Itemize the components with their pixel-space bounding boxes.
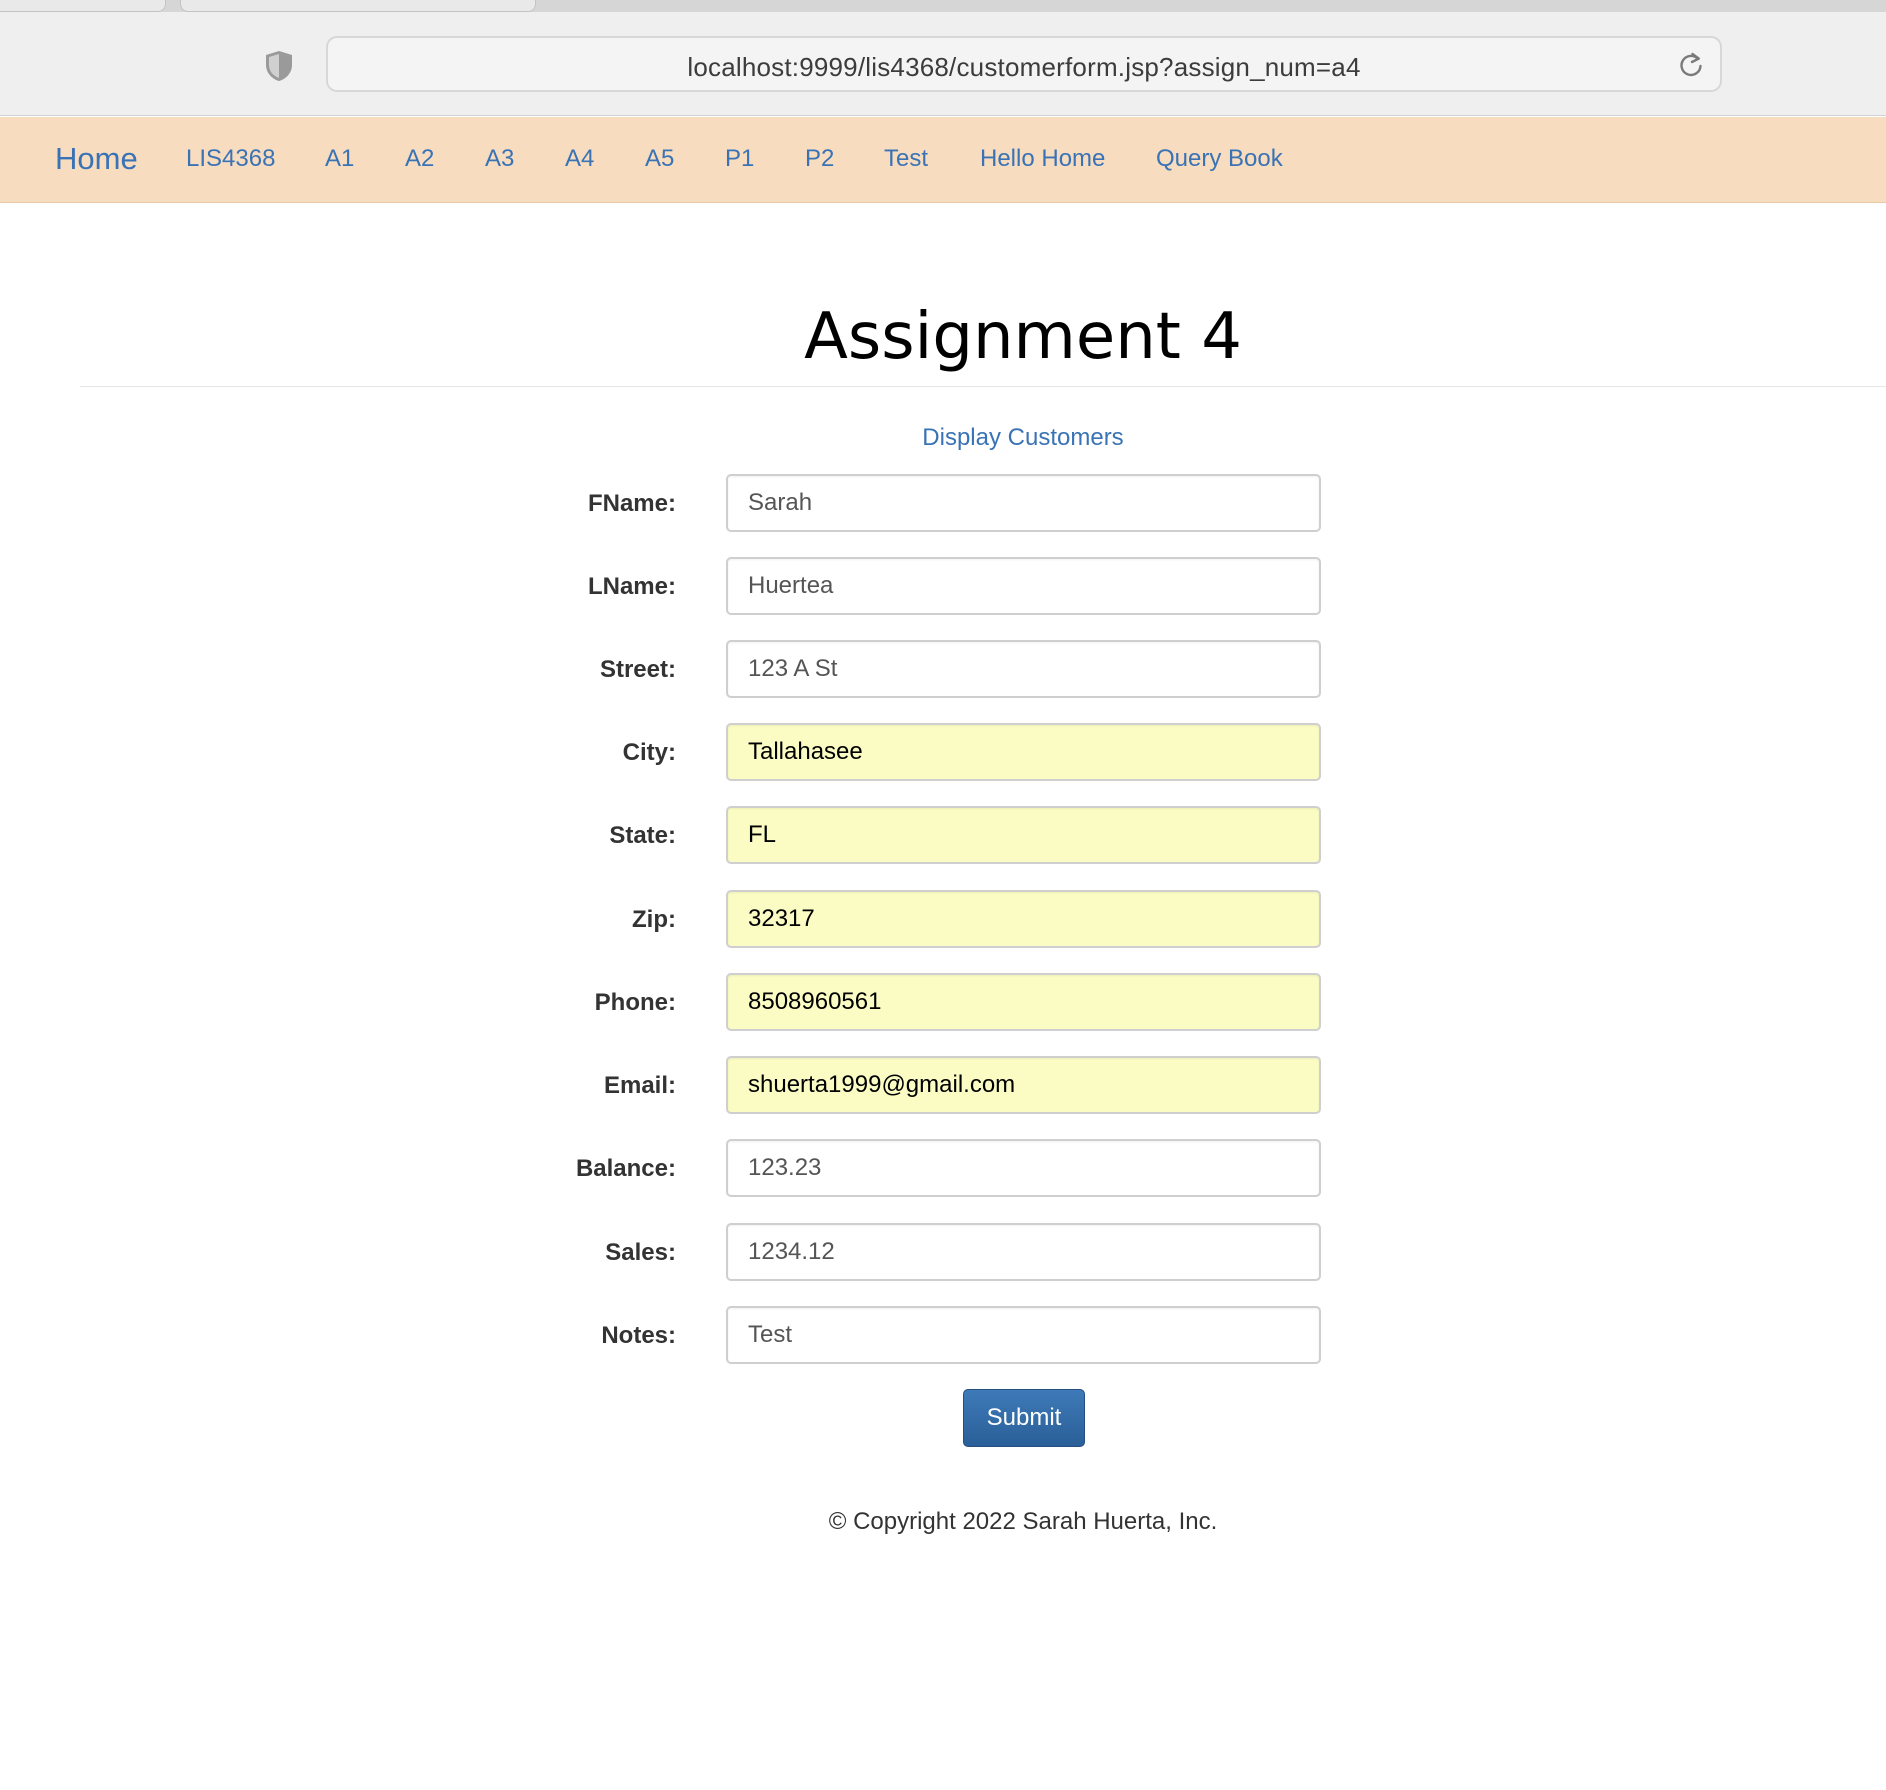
submit-button[interactable]: Submit — [963, 1389, 1085, 1447]
tab-strip — [0, 0, 1886, 12]
nav-item-a1[interactable]: A1 — [325, 145, 354, 173]
browser-tab-active[interactable] — [180, 0, 536, 12]
form-row-email: Email: — [0, 1056, 1886, 1114]
city-label: City: — [622, 739, 676, 766]
footer-copyright: © Copyright 2022 Sarah Huerta, Inc. — [828, 1508, 1218, 1535]
email-input[interactable] — [726, 1056, 1321, 1114]
state-input[interactable] — [726, 806, 1321, 864]
sales-label: Sales: — [605, 1239, 676, 1266]
form-row-sales: Sales: — [0, 1223, 1886, 1281]
sales-input[interactable] — [726, 1223, 1321, 1281]
shield-icon[interactable] — [263, 49, 295, 83]
nav-brand-home[interactable]: Home — [55, 141, 138, 177]
balance-input[interactable] — [726, 1139, 1321, 1197]
page-title: Assignment 4 — [804, 300, 1242, 374]
browser-toolbar: localhost:9999/lis4368/customerform.jsp?… — [0, 0, 1886, 116]
notes-input[interactable] — [726, 1306, 1321, 1364]
state-label: State: — [609, 822, 676, 849]
form-row-phone: Phone: — [0, 973, 1886, 1031]
reload-icon[interactable] — [1676, 50, 1706, 80]
form-row-notes: Notes: — [0, 1306, 1886, 1364]
title-divider — [80, 386, 1886, 387]
fname-input[interactable] — [726, 474, 1321, 532]
lname-input[interactable] — [726, 557, 1321, 615]
url-text[interactable]: localhost:9999/lis4368/customerform.jsp?… — [328, 52, 1720, 83]
form-row-state: State: — [0, 806, 1886, 864]
zip-input[interactable] — [726, 890, 1321, 948]
address-bar[interactable]: localhost:9999/lis4368/customerform.jsp?… — [326, 36, 1722, 92]
lname-label: LName: — [587, 573, 676, 600]
nav-item-a4[interactable]: A4 — [565, 145, 594, 173]
email-label: Email: — [603, 1072, 676, 1099]
form-row-zip: Zip: — [0, 890, 1886, 948]
form-row-street: Street: — [0, 640, 1886, 698]
street-input[interactable] — [726, 640, 1321, 698]
nav-item-a3[interactable]: A3 — [485, 145, 514, 173]
nav-item-p2[interactable]: P2 — [805, 145, 834, 173]
site-navbar: Home LIS4368 A1 A2 A3 A4 A5 P1 P2 Test H… — [0, 117, 1886, 203]
street-label: Street: — [599, 656, 676, 683]
display-customers-link[interactable]: Display Customers — [0, 424, 1886, 452]
nav-item-a5[interactable]: A5 — [645, 145, 674, 173]
balance-label: Balance: — [575, 1155, 676, 1182]
form-row-city: City: — [0, 723, 1886, 781]
form-row-fname: FName: — [0, 474, 1886, 532]
nav-item-a2[interactable]: A2 — [405, 145, 434, 173]
zip-label: Zip: — [632, 906, 676, 933]
nav-item-hello-home[interactable]: Hello Home — [980, 145, 1105, 173]
nav-item-lis4368[interactable]: LIS4368 — [186, 145, 275, 173]
city-input[interactable] — [726, 723, 1321, 781]
form-row-balance: Balance: — [0, 1139, 1886, 1197]
form-row-lname: LName: — [0, 557, 1886, 615]
nav-item-query-book[interactable]: Query Book — [1156, 145, 1283, 173]
nav-item-p1[interactable]: P1 — [725, 145, 754, 173]
notes-label: Notes: — [601, 1322, 676, 1349]
phone-input[interactable] — [726, 973, 1321, 1031]
phone-label: Phone: — [594, 989, 676, 1016]
browser-tab[interactable] — [0, 0, 166, 12]
fname-label: FName: — [587, 490, 676, 517]
nav-item-test[interactable]: Test — [884, 145, 928, 173]
